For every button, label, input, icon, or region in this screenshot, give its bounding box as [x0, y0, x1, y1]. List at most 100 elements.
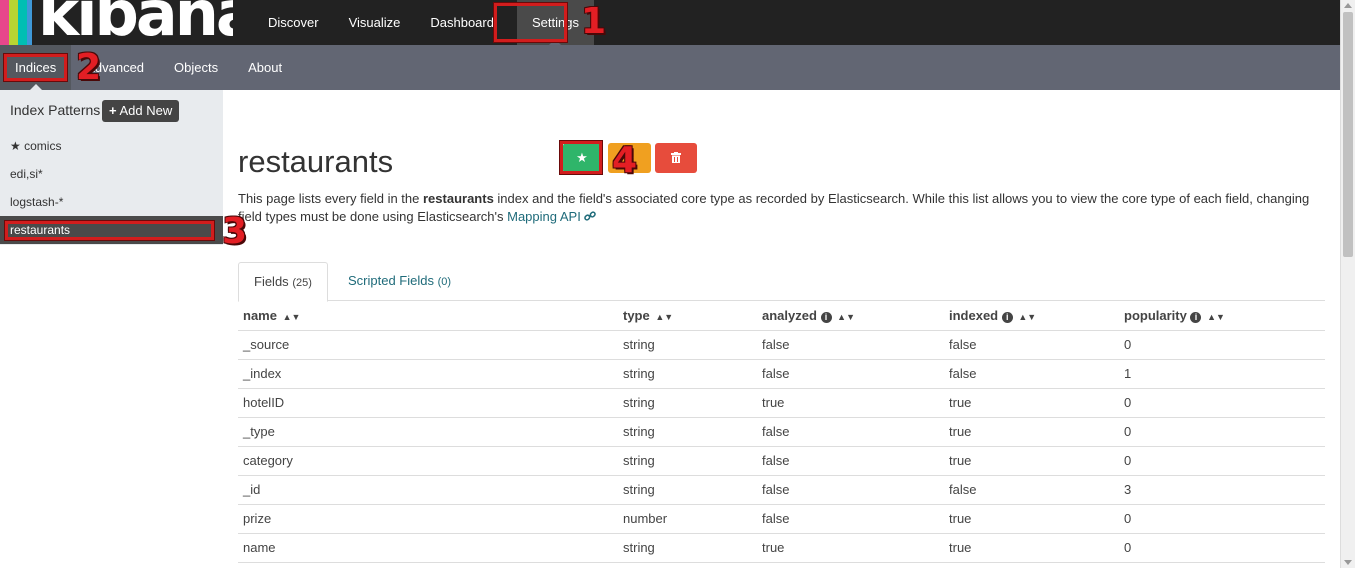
- delete-index-button[interactable]: [655, 143, 697, 173]
- subnav-about[interactable]: About: [233, 45, 297, 90]
- star-icon: ★: [576, 150, 588, 165]
- index-pattern-comics[interactable]: ★ comics: [10, 139, 61, 153]
- cell-popularity: 0: [1119, 446, 1325, 476]
- table-row: hotelID string true true 0: [238, 388, 1325, 418]
- cell-analyzed: false: [757, 446, 944, 476]
- cell-indexed: false: [944, 475, 1119, 505]
- column-name[interactable]: name ▲▼: [238, 301, 618, 331]
- scroll-up-icon[interactable]: [1344, 3, 1352, 8]
- cell-indexed: false: [944, 359, 1119, 389]
- cell-popularity: 0: [1119, 388, 1325, 418]
- plus-icon: +: [109, 103, 117, 118]
- column-type[interactable]: type ▲▼: [618, 301, 757, 331]
- cell-indexed: true: [944, 388, 1119, 418]
- column-analyzed[interactable]: analyzed i ▲▼: [757, 301, 944, 331]
- nav-dashboard[interactable]: Dashboard: [415, 0, 509, 45]
- sort-icon: ▲▼: [1018, 311, 1037, 322]
- cell-analyzed: false: [757, 359, 944, 389]
- cell-type: string: [618, 388, 757, 418]
- column-label: indexed: [949, 307, 999, 323]
- table-row: category string false true 0: [238, 446, 1325, 476]
- tab-count: (0): [437, 276, 452, 288]
- cell-popularity: 0: [1119, 417, 1325, 447]
- table-row: _type string false true 0: [238, 417, 1325, 447]
- logo-stripe: [0, 0, 9, 45]
- annotation-number-3: 3: [222, 211, 248, 252]
- cell-indexed: true: [944, 533, 1119, 563]
- cell-popularity: 1: [1119, 359, 1325, 389]
- nav-visualize[interactable]: Visualize: [334, 0, 416, 45]
- table-row: _index string false false 1: [238, 359, 1325, 389]
- nav-discover[interactable]: Discover: [253, 0, 334, 45]
- cell-type: string: [618, 417, 757, 447]
- add-new-button[interactable]: + Add New: [102, 100, 180, 122]
- cell-analyzed: false: [757, 504, 944, 534]
- annotation-number-2: 2: [76, 47, 102, 88]
- sort-icon: ▲▼: [1207, 311, 1225, 322]
- table-header-row: name ▲▼ type ▲▼ analyzed i ▲▼ indexed i …: [238, 301, 1325, 331]
- tab-fields[interactable]: Fields (25): [238, 262, 328, 302]
- cell-analyzed: true: [757, 388, 944, 418]
- cell-analyzed: false: [757, 330, 944, 360]
- fields-table: name ▲▼ type ▲▼ analyzed i ▲▼ indexed i …: [238, 301, 1325, 563]
- logo-stripe: [18, 0, 27, 45]
- cell-analyzed: true: [757, 533, 944, 563]
- subnav-indices[interactable]: Indices: [0, 45, 72, 90]
- mapping-api-link[interactable]: Mapping API: [507, 209, 581, 224]
- subnav-objects[interactable]: Objects: [159, 45, 233, 90]
- cell-type: string: [618, 533, 757, 563]
- annotation-number-1: 1: [581, 1, 607, 42]
- index-patterns-header: Index Patterns: [10, 102, 101, 118]
- column-indexed[interactable]: indexed i ▲▼: [944, 301, 1119, 331]
- cell-name: name: [238, 533, 618, 563]
- cell-popularity: 0: [1119, 504, 1325, 534]
- cell-popularity: 3: [1119, 475, 1325, 505]
- cell-name: _id: [238, 475, 618, 505]
- info-icon[interactable]: i: [1001, 311, 1013, 323]
- cell-popularity: 0: [1119, 330, 1325, 360]
- cell-name: _type: [238, 417, 618, 447]
- index-pattern-restaurants[interactable]: restaurants: [0, 216, 223, 244]
- annotation-number-4: 4: [612, 140, 638, 181]
- cell-indexed: true: [944, 417, 1119, 447]
- cell-type: string: [618, 475, 757, 505]
- cell-name: category: [238, 446, 618, 476]
- column-label: popularity: [1124, 307, 1187, 323]
- scroll-down-icon[interactable]: [1344, 560, 1352, 565]
- tab-label: Fields: [254, 274, 289, 289]
- logo-stripe: [9, 0, 18, 45]
- scrollbar-thumb[interactable]: [1343, 12, 1353, 257]
- sort-icon: ▲▼: [837, 311, 855, 322]
- index-pattern-label: comics: [24, 139, 62, 153]
- settings-subnav: Indices Advanced Objects About: [0, 45, 1340, 90]
- main-content: restaurants ★ ↻ This page lists every fi…: [223, 90, 1340, 568]
- cell-name: _source: [238, 330, 618, 360]
- link-icon: [584, 211, 597, 221]
- field-tabs: Fields (25) Scripted Fields (0): [238, 262, 1325, 302]
- top-navbar: kibana Discover Visualize Dashboard Sett…: [0, 0, 1340, 45]
- index-pattern-edi-si[interactable]: edi,si*: [10, 167, 43, 181]
- kibana-logo[interactable]: kibana: [0, 0, 233, 45]
- cell-type: string: [618, 446, 757, 476]
- column-popularity[interactable]: popularity i ▲▼: [1119, 301, 1325, 331]
- page-scrollbar[interactable]: [1340, 0, 1355, 568]
- tab-label: Scripted Fields: [348, 273, 434, 288]
- index-patterns-sidebar: Index Patterns + Add New ★ comics edi,si…: [0, 90, 223, 568]
- index-pattern-logstash[interactable]: logstash-*: [10, 195, 63, 209]
- desc-index-name: restaurants: [422, 191, 494, 206]
- tab-count: (25): [292, 277, 312, 289]
- set-default-button[interactable]: ★: [563, 143, 601, 173]
- column-label: name: [243, 307, 277, 323]
- trash-icon: [671, 152, 681, 163]
- table-row: prize number false true 0: [238, 504, 1325, 534]
- info-icon[interactable]: i: [820, 311, 832, 323]
- cell-popularity: 0: [1119, 533, 1325, 563]
- info-icon[interactable]: i: [1190, 311, 1202, 323]
- tab-scripted-fields[interactable]: Scripted Fields (0): [333, 262, 466, 301]
- cell-indexed: true: [944, 446, 1119, 476]
- table-row: name string true true 0: [238, 533, 1325, 563]
- column-label: type: [623, 307, 650, 323]
- star-icon: ★: [10, 139, 21, 153]
- desc-text: This page lists every field in the: [238, 191, 423, 206]
- main-nav: Discover Visualize Dashboard Settings: [253, 0, 594, 45]
